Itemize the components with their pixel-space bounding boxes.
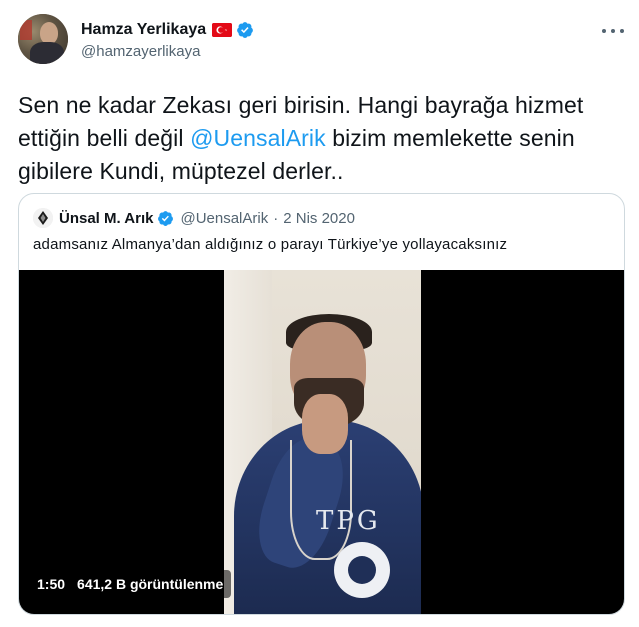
quoted-handle[interactable]: @UensalArik: [180, 210, 268, 227]
video-player[interactable]: TPG 1:50 641,2 B görüntülenme: [19, 270, 624, 614]
dot-separator: ·: [273, 209, 279, 227]
video-view-count: 641,2 B görüntülenme: [77, 576, 224, 592]
quoted-date[interactable]: 2 Nis 2020: [283, 210, 355, 227]
quoted-text: adamsanız Almanya’dan aldığınız o parayı…: [33, 236, 508, 253]
quoted-tweet-card[interactable]: Ünsal M. Arık @UensalArik · 2 Nis 2020 a…: [18, 193, 625, 615]
quoted-header: Ünsal M. Arık @UensalArik · 2 Nis 2020: [33, 208, 355, 228]
quoted-display-name[interactable]: Ünsal M. Arık: [59, 210, 153, 227]
quoted-author-avatar[interactable]: [33, 208, 53, 228]
author-avatar[interactable]: [18, 14, 68, 64]
verified-badge-icon: [237, 22, 254, 38]
author-display-name[interactable]: Hamza Yerlikaya: [81, 21, 206, 39]
video-meta-overlay: 1:50 641,2 B görüntülenme: [29, 570, 232, 598]
tweet-text: Sen ne kadar Zekası geri birisin. Hangi …: [18, 89, 618, 188]
video-duration: 1:50: [37, 576, 66, 592]
mention-link[interactable]: @UensalArik: [190, 125, 326, 151]
author-handle[interactable]: @hamzayerlikaya: [81, 43, 200, 60]
turkey-flag-icon: [212, 23, 233, 37]
more-options-icon[interactable]: [602, 20, 624, 42]
tweet: Hamza Yerlikaya @hamzayerlikaya Sen ne k…: [0, 0, 639, 627]
video-thumbnail: TPG: [224, 270, 421, 614]
quoted-verified-badge-icon: [158, 210, 174, 226]
author-name-row: Hamza Yerlikaya: [81, 19, 254, 41]
